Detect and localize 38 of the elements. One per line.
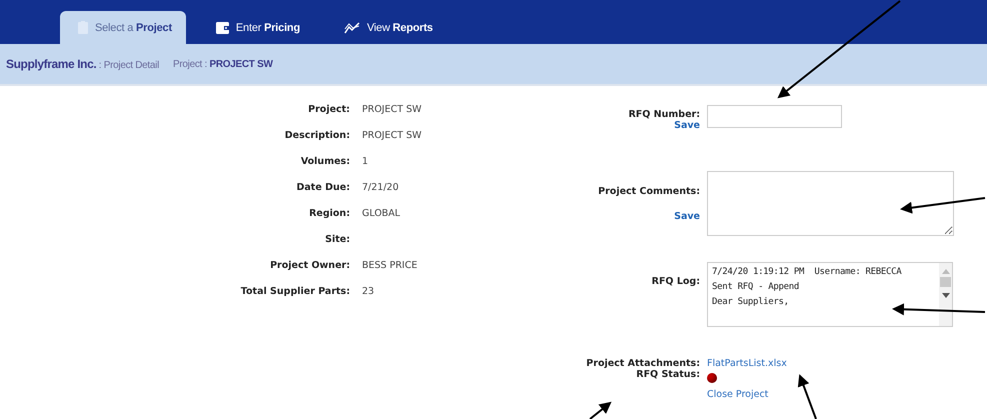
clipboard-icon: [78, 21, 88, 34]
field-label: Project Owner:: [269, 260, 350, 273]
close-project-link[interactable]: Close Project: [707, 389, 768, 400]
field-label: Date Due:: [296, 182, 350, 195]
field-label: Project:: [307, 104, 350, 117]
arrow: [798, 374, 817, 419]
field-value: BESS PRICE: [362, 260, 418, 273]
field-value: 23: [362, 286, 376, 299]
field-label: RFQ Number:: [628, 109, 700, 120]
field-value: PROJECT SW: [362, 104, 422, 117]
field-value: 7/21/20: [362, 182, 400, 195]
field-value: 1: [362, 156, 370, 169]
field-label: Description:: [284, 130, 350, 143]
breadcrumb-text: Supplyframe Inc. : Project Detail: [6, 57, 159, 71]
comments-field[interactable]: [707, 171, 954, 236]
field-value: GLOBAL: [362, 208, 402, 221]
field-label: Volumes:: [300, 156, 350, 169]
scrollbar[interactable]: [939, 263, 952, 326]
arrow: [589, 402, 612, 419]
field-label: Total Supplier Parts:: [240, 286, 350, 299]
nav-tab[interactable]: Select a Project: [60, 11, 186, 44]
rfq-number-field[interactable]: [707, 105, 842, 128]
wallet-icon: [216, 22, 229, 34]
save-link[interactable]: Save: [674, 120, 700, 131]
field-label: Project Attachments:: [585, 358, 700, 369]
project-title: Project : PROJECT SW: [173, 58, 273, 70]
save-link[interactable]: Save: [674, 210, 700, 222]
file-link[interactable]: FlatPartsList.xlsx: [707, 358, 787, 369]
field-label: RFQ Status:: [635, 369, 700, 382]
field-value: PROJECT SW: [362, 130, 422, 143]
field-label: RFQ Log:: [652, 276, 700, 287]
field-label: Region:: [308, 208, 350, 221]
log-field[interactable]: 7/24/20 1:19:12 PM Username: REBECCA Sent RFQ - Append Dear Suppliers,: [707, 262, 953, 327]
field-label: Site:: [324, 234, 350, 247]
line-chart-icon: [344, 22, 360, 34]
field-label: Project Comments:: [598, 186, 700, 196]
nav-tab[interactable]: Enter Pricing: [198, 11, 314, 44]
nav-tab[interactable]: View Reports: [326, 11, 447, 44]
